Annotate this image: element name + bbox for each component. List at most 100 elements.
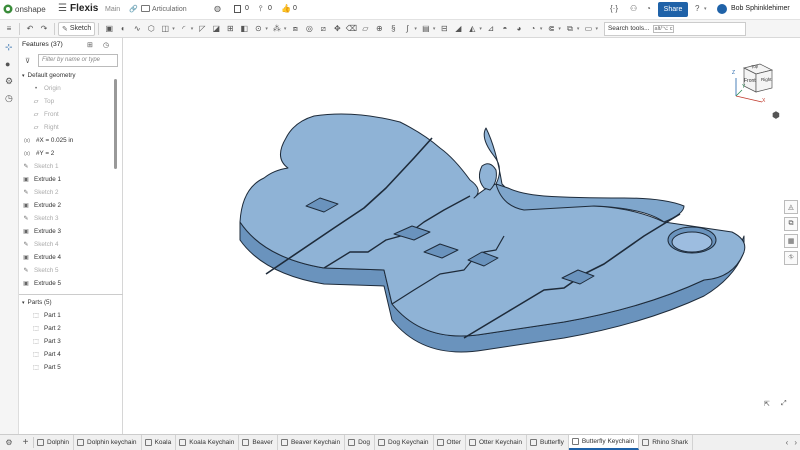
scroll-right-icon[interactable]: › <box>791 438 800 447</box>
tab-item[interactable]: Rhino Shark <box>639 435 693 450</box>
feature-item[interactable]: ✎ Sketch 5 <box>22 264 116 277</box>
feature-item[interactable]: • Origin <box>22 82 116 95</box>
feature-item[interactable]: (x) #Y = 2 <box>22 147 116 160</box>
measure-icon[interactable]: ⊿ <box>486 24 496 34</box>
surface-icon[interactable]: ◢ <box>453 24 463 34</box>
delete-part-icon[interactable]: ⌫ <box>346 24 357 34</box>
avatar[interactable] <box>717 4 727 14</box>
view-cube-front[interactable]: Front <box>744 78 756 84</box>
tab-item[interactable]: Koala <box>142 435 177 450</box>
feature-item[interactable]: ▱ Right <box>22 121 116 134</box>
boolean-icon[interactable]: ◎ <box>304 24 314 34</box>
menu-icon[interactable]: ☰ <box>58 3 67 14</box>
part-item[interactable]: ⬚ Part 4 <box>22 348 116 361</box>
comments-icon[interactable]: ● <box>5 59 10 69</box>
feature-item[interactable]: (x) #X = 0.025 in <box>22 134 116 147</box>
hole-icon[interactable]: ⊙ <box>253 24 263 34</box>
loft-icon[interactable]: ⬡ <box>146 24 156 34</box>
feature-item[interactable]: ✎ Sketch 1 <box>22 160 116 173</box>
parts-header[interactable]: ▾ Parts (5) <box>22 296 116 309</box>
view-cube-right[interactable]: Right <box>761 77 772 82</box>
add-tab-button[interactable]: + <box>18 437 34 448</box>
default-geometry-row[interactable]: ▾ Default geometry <box>22 69 116 82</box>
shell-icon[interactable]: ◧ <box>239 24 249 34</box>
redo-icon[interactable]: ↷ <box>39 24 49 34</box>
section-icon[interactable]: ◓ <box>500 24 510 34</box>
variable-icon[interactable]: ⋐ <box>546 24 556 34</box>
render-icon[interactable]: ◔ <box>528 24 538 34</box>
rollback-icon[interactable]: ◷ <box>103 41 109 49</box>
tab-item[interactable]: Butterfly Keychain <box>568 435 640 450</box>
draft-icon[interactable]: ◪ <box>211 24 221 34</box>
part-item[interactable]: ⬚ Part 5 <box>22 361 116 374</box>
search-tools-input[interactable]: Search tools... alt/⌥ c <box>603 21 746 36</box>
document-title[interactable]: Flexis <box>70 3 98 14</box>
named-views-icon[interactable]: ▦ <box>784 234 798 248</box>
link-icon[interactable]: 🔗 <box>129 5 138 13</box>
configure-icon[interactable]: ⧉ <box>565 24 575 34</box>
custom-feature-icon[interactable]: ▭ <box>583 24 593 34</box>
branch-label[interactable]: Main <box>105 6 120 13</box>
scroll-left-icon[interactable]: ‹ <box>783 438 792 447</box>
feature-item[interactable]: ▱ Front <box>22 108 116 121</box>
globe-icon[interactable]: ◍ <box>214 4 221 13</box>
frame-icon[interactable]: ⊟ <box>439 24 449 34</box>
feature-item[interactable]: ▣ Extrude 2 <box>22 199 116 212</box>
parts-icon[interactable]: ⚙ <box>5 76 13 87</box>
chamfer-icon[interactable]: ◸ <box>197 24 207 34</box>
butterfly-keychain-model[interactable] <box>124 38 800 434</box>
tab-item[interactable]: Dog <box>345 435 376 450</box>
part-item[interactable]: ⬚ Part 2 <box>22 322 116 335</box>
fill-icon[interactable]: ◭ <box>467 24 477 34</box>
feature-item[interactable]: ✎ Sketch 2 <box>22 186 116 199</box>
thicken-icon[interactable]: ◫ <box>160 24 170 34</box>
feature-item[interactable]: ▣ Extrude 3 <box>22 225 116 238</box>
fullscreen-icon[interactable]: ⤢ <box>781 400 787 408</box>
tab-item[interactable]: Beaver Keychain <box>278 435 346 450</box>
undo-icon[interactable]: ↶ <box>25 24 35 34</box>
sketch-button[interactable]: ✎ Sketch <box>58 21 96 36</box>
graphics-area[interactable]: Top Front Right Z X Y ⬢ ◬ ⧉ ▦ ⛗ ⇱ ⤢ <box>124 38 800 434</box>
expand-icon[interactable]: ⇱ <box>764 400 770 408</box>
tab-item[interactable]: Dog Keychain <box>375 435 434 450</box>
history-icon[interactable]: ◷ <box>5 93 13 104</box>
feature-item[interactable]: ✎ Sketch 3 <box>22 212 116 225</box>
notifications-icon[interactable]: ◔ <box>646 4 651 13</box>
tab-item[interactable]: Dolphin <box>34 435 75 450</box>
extrude-icon[interactable]: ▣ <box>104 24 114 34</box>
filter-icon[interactable]: ⊽ <box>25 57 30 65</box>
appearance-icon[interactable]: ◕ <box>514 24 524 34</box>
help-icon[interactable]: ? <box>695 4 699 13</box>
add-folder-icon[interactable]: ⊞ <box>87 41 93 49</box>
tab-item[interactable]: Koala Keychain <box>176 435 240 450</box>
like-icon[interactable]: 👍 <box>281 4 291 13</box>
rib-icon[interactable]: ⊞ <box>225 24 235 34</box>
share-button[interactable]: Share <box>658 2 688 17</box>
transform-icon[interactable]: ✥ <box>332 24 342 34</box>
feature-list-icon[interactable]: ≡ <box>4 24 14 34</box>
pattern-icon[interactable]: ⁂ <box>272 24 282 34</box>
configurations-icon[interactable]: ⧉ <box>784 217 798 231</box>
tab-item[interactable]: Beaver <box>239 435 278 450</box>
view-cube[interactable]: Top Front Right Z X Y <box>722 56 782 116</box>
curve-icon[interactable]: ∫ <box>402 24 412 34</box>
mass-properties-icon[interactable]: ⛗ <box>784 251 798 265</box>
feature-item[interactable]: ▣ Extrude 5 <box>22 277 116 290</box>
feature-item[interactable]: ▣ Extrude 1 <box>22 173 116 186</box>
split-icon[interactable]: ⧄ <box>318 24 328 34</box>
workspace-label[interactable]: Articulation <box>152 6 187 13</box>
feature-list-scrollbar[interactable] <box>114 79 117 169</box>
fillet-icon[interactable]: ◜ <box>179 24 189 34</box>
expand-icon[interactable]: ▾ <box>22 73 25 79</box>
view-options-icon[interactable]: ⬢ <box>772 110 780 121</box>
sheet-metal-icon[interactable]: ▤ <box>421 24 431 34</box>
mate-connector-icon[interactable]: ⊕ <box>374 24 384 34</box>
branch-icon[interactable]: ⫯ <box>259 4 262 14</box>
helix-icon[interactable]: § <box>388 24 398 34</box>
part-item[interactable]: ⬚ Part 3 <box>22 335 116 348</box>
code-icon[interactable]: {·} <box>610 4 618 13</box>
tab-item[interactable]: Dolphin keychain <box>74 435 142 450</box>
feature-item[interactable]: ▱ Top <box>22 95 116 108</box>
learning-icon[interactable]: ⚇ <box>630 4 637 13</box>
mirror-icon[interactable]: ⧈ <box>290 24 300 34</box>
